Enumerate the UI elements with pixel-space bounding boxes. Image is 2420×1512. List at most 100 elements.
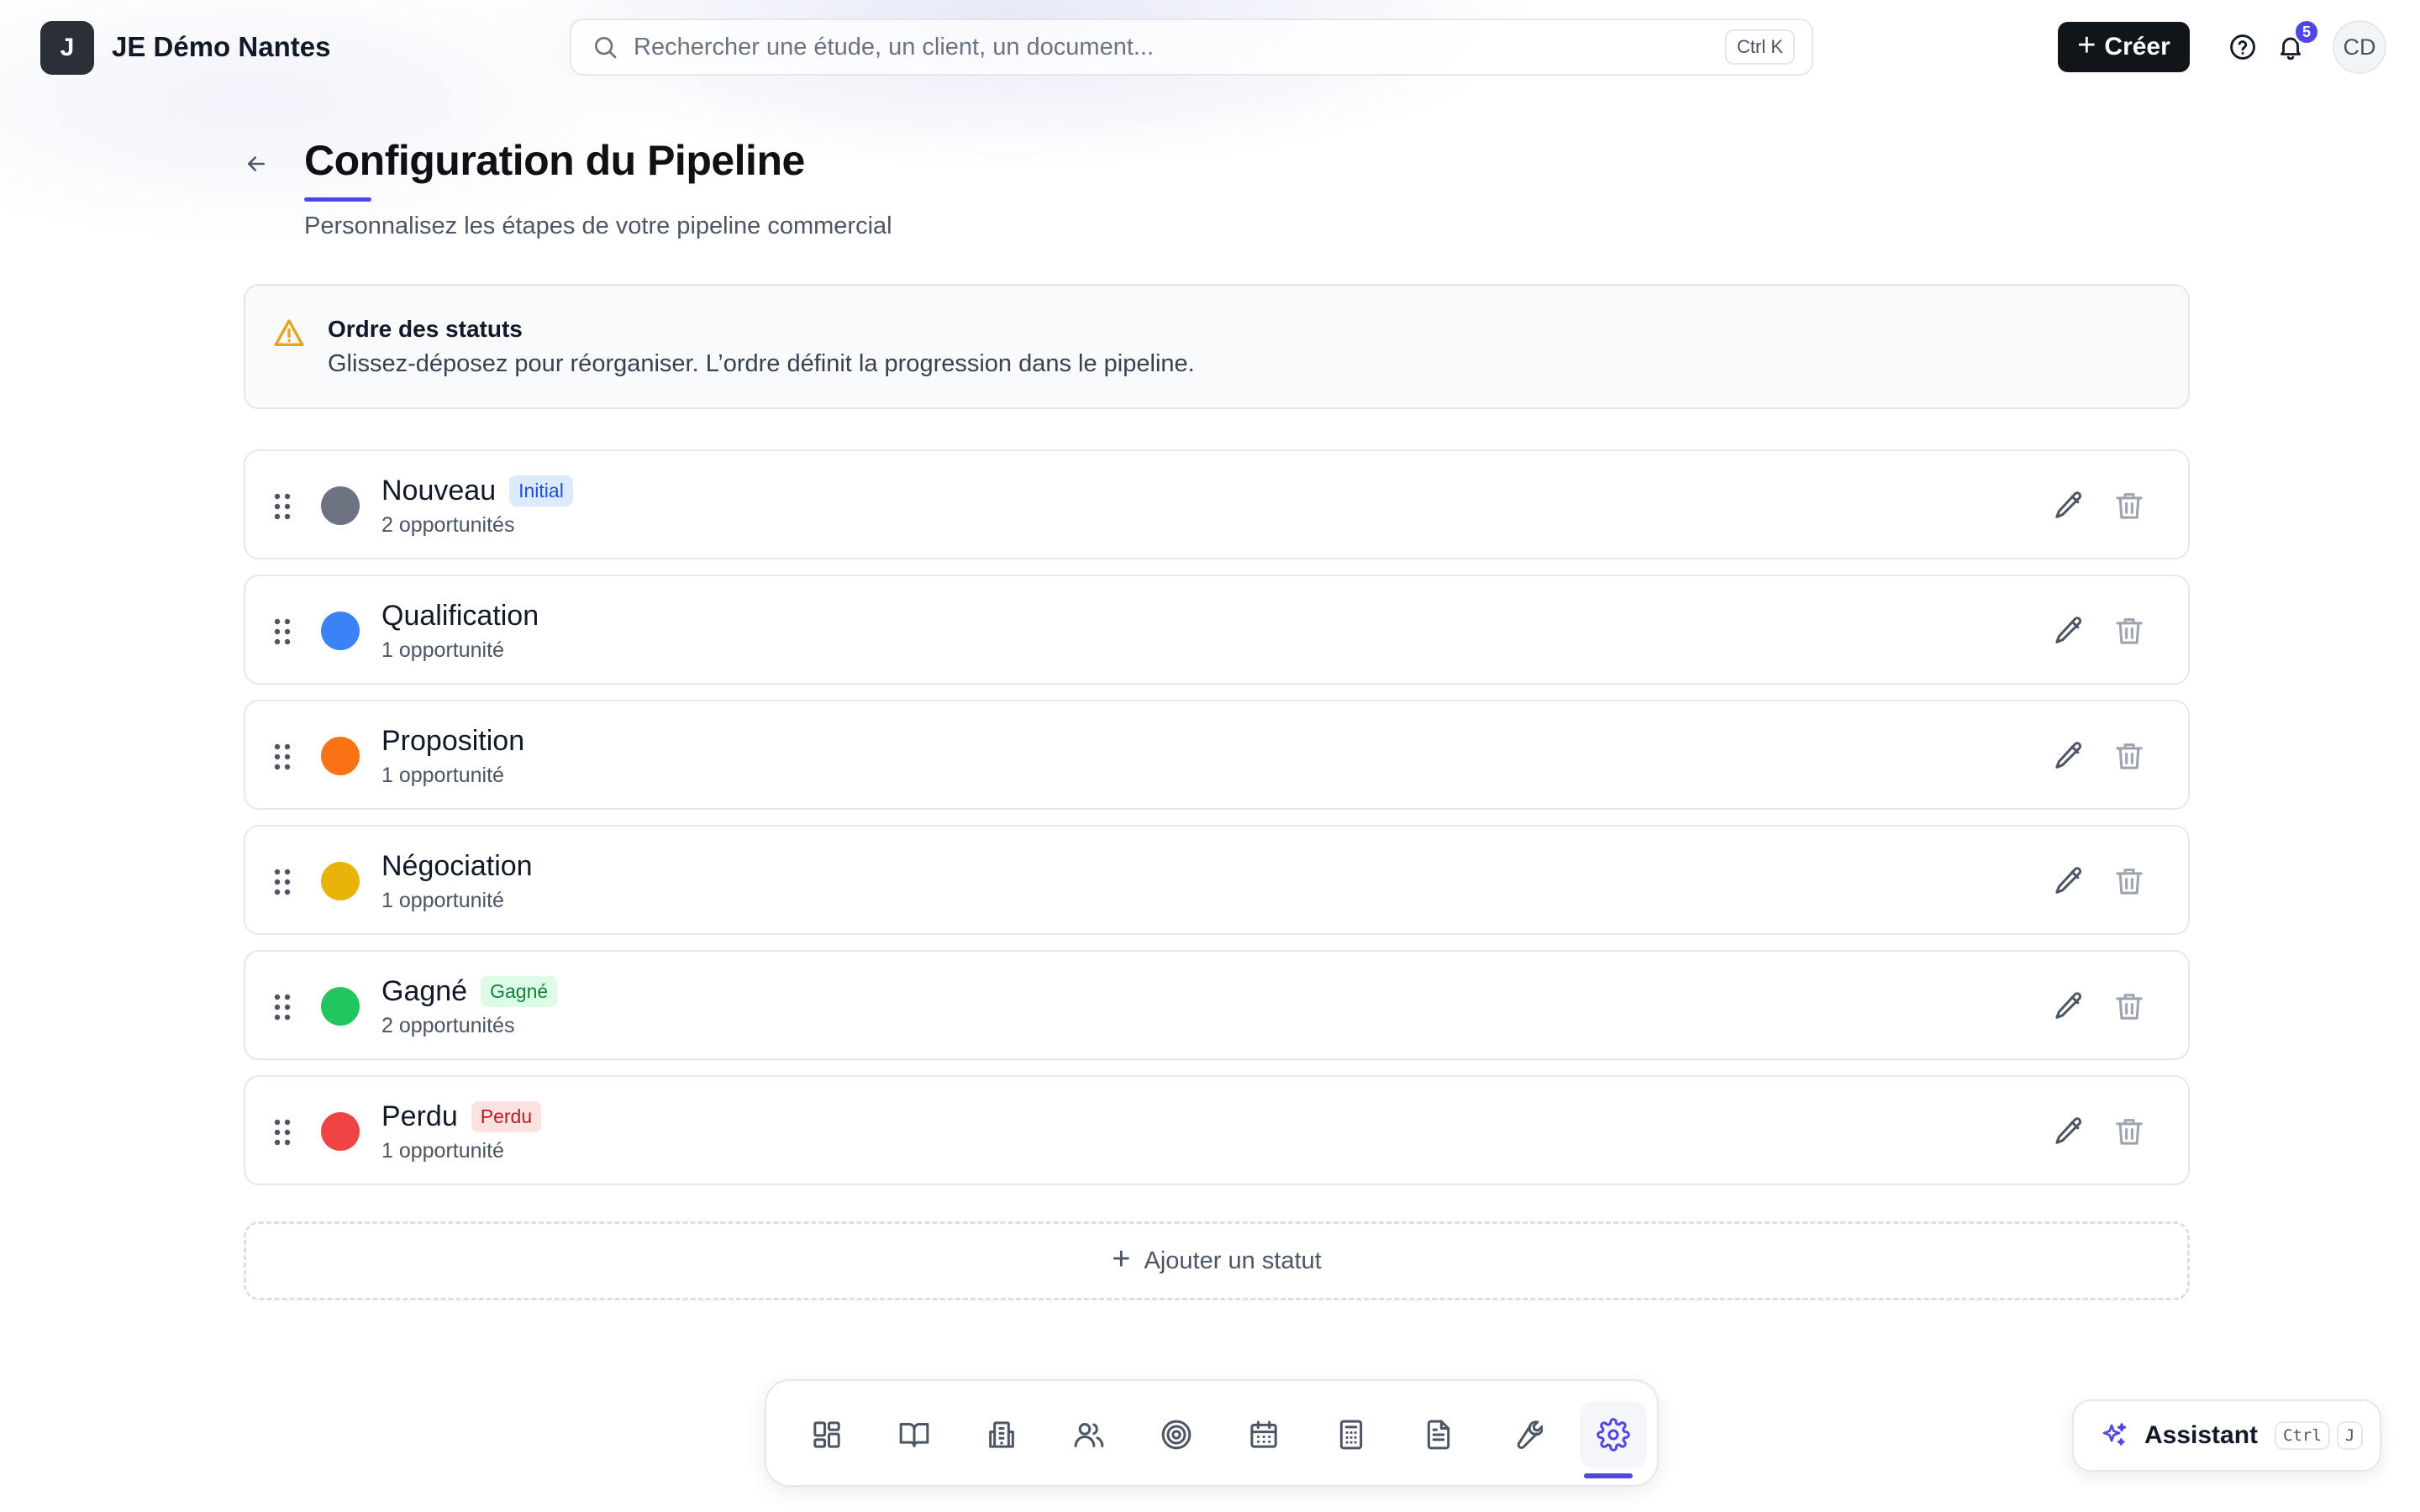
page-title: Configuration du Pipeline [304,137,805,184]
status-name: Proposition [381,725,525,757]
status-name: Nouveau [381,475,497,507]
status-row[interactable]: Proposition 1 opportunité [244,700,2190,810]
dock-dashboard[interactable] [793,1401,860,1468]
target-icon [1161,1420,1192,1450]
search-shortcut: Ctrl K [1725,29,1795,65]
status-color-dot [321,987,360,1026]
status-row[interactable]: Perdu Perdu 1 opportunité [244,1075,2190,1185]
warning-triangle-icon [274,319,304,346]
drag-handle-icon[interactable] [272,742,292,772]
arrow-left-icon [248,156,265,171]
status-name: Qualification [381,600,539,632]
status-row[interactable]: Négociation 1 opportunité [244,825,2190,935]
dock-clients[interactable] [1055,1401,1123,1468]
status-count: 1 opportunité [381,1139,504,1163]
dashboard-icon [813,1421,840,1448]
status-heading: Négociation [381,850,533,883]
dock-tools[interactable] [1492,1401,1560,1468]
status-color-dot [321,737,360,775]
status-badge: Perdu [471,1100,542,1133]
pencil-icon[interactable] [2052,990,2086,1023]
alert-title: Ordre des statuts [328,316,523,342]
status-count: 2 opportunités [381,513,515,537]
app-logo[interactable]: J [40,21,94,75]
trash-icon[interactable] [2112,489,2146,522]
calendar-icon [1250,1420,1277,1448]
calculator-icon [1339,1420,1363,1450]
settings-icon [1597,1418,1630,1452]
status-heading: Gagné Gagné [381,975,558,1008]
trash-icon[interactable] [2112,739,2146,773]
drag-handle-icon[interactable] [272,867,292,897]
dock-documents[interactable] [1405,1401,1472,1468]
status-color-dot [321,612,360,650]
title-accent-underline [304,197,371,202]
status-heading: Qualification [381,600,539,633]
search-icon [595,37,617,59]
status-count: 1 opportunité [381,638,504,662]
dock-calculator[interactable] [1318,1401,1385,1468]
status-heading: Nouveau Initial [381,475,573,507]
plus-icon: + [2077,28,2096,63]
status-name: Négociation [381,850,533,882]
create-button-label: Créer [2104,33,2170,60]
search-input[interactable] [634,33,1725,61]
bottom-dock [765,1379,1659,1487]
status-row[interactable]: Qualification 1 opportunité [244,575,2190,685]
create-button[interactable]: + Créer [2058,22,2190,72]
user-avatar[interactable]: CD [2333,20,2386,74]
sparkles-icon [2102,1423,2127,1446]
users-icon [1074,1423,1104,1447]
trash-icon[interactable] [2112,990,2146,1023]
help-button[interactable] [2226,30,2260,64]
back-button[interactable] [239,147,273,181]
building-icon [989,1421,1014,1448]
status-row[interactable]: Gagné Gagné 2 opportunités [244,950,2190,1060]
status-color-dot [321,486,360,525]
dock-calendar[interactable] [1230,1401,1297,1468]
assistant-shortcut-ctrl: Ctrl [2275,1421,2330,1450]
status-row[interactable]: Nouveau Initial 2 opportunités [244,449,2190,559]
assistant-label: Assistant [2144,1421,2259,1449]
status-badge: Gagné [481,975,558,1008]
dock-targets[interactable] [1143,1401,1210,1468]
status-name: Perdu [381,1100,458,1132]
drag-handle-icon[interactable] [272,992,292,1022]
pencil-icon[interactable] [2052,614,2086,648]
status-color-dot [321,1112,360,1151]
plus-icon: + [1112,1242,1131,1277]
trash-icon[interactable] [2112,864,2146,898]
drag-handle-icon[interactable] [272,617,292,647]
avatar-initials: CD [2343,34,2376,60]
pencil-icon[interactable] [2052,489,2086,522]
status-count: 2 opportunités [381,1014,515,1037]
trash-icon[interactable] [2112,614,2146,648]
assistant-button[interactable]: Assistant Ctrl J [2072,1399,2381,1472]
global-search[interactable]: Ctrl K [570,18,1813,76]
status-count: 1 opportunité [381,889,504,912]
status-badge: Initial [509,475,573,507]
document-icon [1427,1420,1450,1450]
status-order-alert: Ordre des statuts Glissez-déposez pour r… [244,284,2190,409]
status-color-dot [321,862,360,900]
drag-handle-icon[interactable] [272,491,292,522]
status-heading: Proposition [381,725,524,758]
add-status-button[interactable]: + Ajouter un statut [244,1221,2190,1300]
dock-active-indicator [1584,1473,1633,1478]
add-status-label: Ajouter un statut [1144,1247,1322,1274]
drag-handle-icon[interactable] [272,1117,292,1147]
trash-icon[interactable] [2112,1115,2146,1148]
dock-companies[interactable] [968,1401,1035,1468]
page-subtitle: Personnalisez les étapes de votre pipeli… [304,213,892,239]
pencil-icon[interactable] [2052,739,2086,773]
pencil-icon[interactable] [2052,864,2086,898]
book-icon [899,1423,929,1447]
status-count: 1 opportunité [381,764,504,787]
pencil-icon[interactable] [2052,1115,2086,1148]
assistant-shortcut-j: J [2336,1421,2364,1450]
help-icon [2230,34,2255,60]
dock-settings[interactable] [1580,1401,1647,1468]
dock-book[interactable] [881,1401,948,1468]
notification-count-badge: 5 [2293,18,2320,45]
alert-text: Glissez-déposez pour réorganiser. L’ordr… [328,350,1195,377]
